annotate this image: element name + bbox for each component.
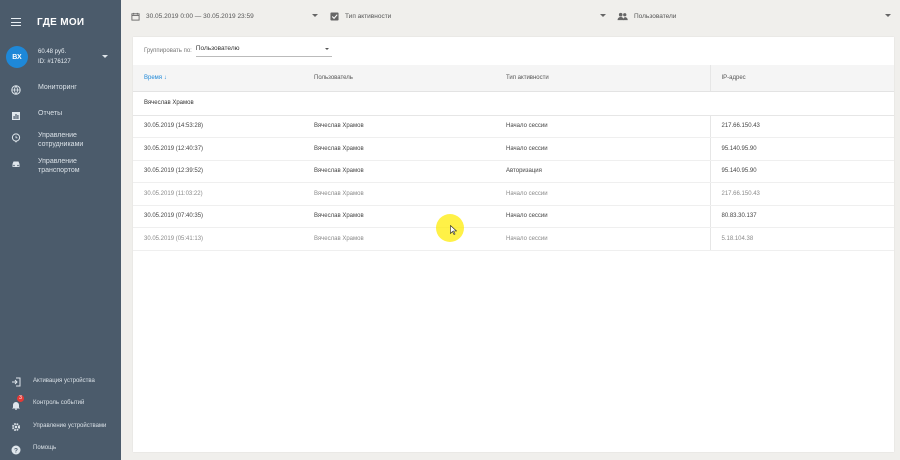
column-header-time[interactable]: Время ↓: [133, 65, 314, 92]
cell-user: Вячеслав Храмов: [314, 182, 506, 206]
svg-text:?: ?: [14, 447, 18, 454]
cell-user: Вячеслав Храмов: [314, 115, 506, 138]
users-filter[interactable]: Пользователи: [617, 9, 891, 23]
help-icon: ?: [11, 445, 21, 455]
cell-time: 30.05.2019 (12:39:52): [133, 160, 314, 183]
notification-badge: 3: [17, 394, 24, 402]
calendar-icon: [131, 12, 140, 21]
logo-text: ГДЕ МОИ: [37, 16, 85, 28]
table-row[interactable]: 30.05.2019 (05:41:13) Вячеслав Храмов На…: [133, 227, 894, 251]
users-filter-label: Пользователи: [634, 12, 677, 20]
activity-type-label: Тип активности: [345, 12, 392, 20]
report-icon: [11, 111, 21, 121]
sort-arrow-icon: ↓: [163, 74, 167, 81]
login-icon: [11, 377, 21, 387]
date-range-filter[interactable]: 30.05.2019 0:00 — 30.05.2019 23:59: [131, 9, 318, 23]
cell-activity-type: Начало сессии: [506, 115, 710, 138]
sidebar-item-reports[interactable]: Отчеты: [0, 109, 121, 131]
sidebar-header: ГДЕ МОИ: [0, 0, 121, 44]
groupby-label: Группировать по:: [144, 48, 192, 54]
sidebar-item-label: Мониторинг: [38, 84, 77, 91]
location-pin-icon: [11, 133, 21, 143]
cell-time: 30.05.2019 (07:40:35): [133, 205, 314, 228]
sidebar: ГДЕ МОИ ВХ 60.48 руб. ID: #176127 Монито…: [0, 0, 121, 460]
cell-time: 30.05.2019 (12:40:37): [133, 137, 314, 161]
account-id: ID: #176127: [38, 59, 71, 65]
cell-user: Вячеслав Храмов: [314, 160, 506, 183]
sidebar-item-employees[interactable]: Управление сотрудниками: [0, 131, 121, 157]
column-header-user[interactable]: Пользователь: [314, 65, 506, 92]
car-icon: [11, 159, 21, 169]
sidebar-item-label: Отчеты: [38, 110, 63, 117]
activity-table: Время ↓ Пользователь Тип активности IP-а…: [133, 65, 894, 251]
gear-icon: [11, 422, 21, 432]
account-switcher[interactable]: ВХ 60.48 руб. ID: #176127: [0, 45, 121, 69]
sidebar-item-help[interactable]: ? Помощь: [0, 438, 121, 460]
sidebar-item-device-management[interactable]: Управление устройствами: [0, 415, 121, 438]
cell-ip: 95.140.95.90: [709, 137, 894, 161]
activity-type-filter[interactable]: Тип активности: [330, 9, 606, 23]
app-logo[interactable]: ГДЕ МОИ: [37, 17, 84, 28]
table-row[interactable]: 30.05.2019 (14:53:28) Вячеслав Храмов На…: [133, 115, 894, 138]
sidebar-item-label: Активация устройства: [33, 377, 95, 384]
sidebar-item-transport[interactable]: Управление транспортом: [0, 157, 121, 183]
column-header-ip[interactable]: IP-адрес: [709, 65, 894, 92]
menu-icon[interactable]: [11, 18, 21, 26]
table-header-row: Время ↓ Пользователь Тип активности IP-а…: [133, 65, 894, 92]
mouse-pointer-icon: [450, 225, 457, 235]
sidebar-item-label: Управление транспортом: [38, 158, 80, 174]
checkbox-icon: [330, 11, 339, 21]
table-row[interactable]: 30.05.2019 (12:39:52) Вячеслав Храмов Ав…: [133, 160, 894, 183]
sidebar-item-label: Управление устройствами: [33, 422, 107, 429]
cell-ip: 5.18.104.38: [709, 227, 894, 251]
cell-activity-type: Начало сессии: [506, 227, 710, 251]
cell-time: 30.05.2019 (11:03:22): [133, 182, 314, 206]
cell-activity-type: Начало сессии: [506, 205, 710, 228]
cell-time: 30.05.2019 (05:41:13): [133, 227, 314, 251]
users-icon: [617, 12, 628, 20]
groupby-select[interactable]: Пользователю: [195, 45, 332, 57]
cell-user: Вячеслав Храмов: [314, 205, 506, 228]
sidebar-item-label: Контроль событий: [33, 400, 85, 407]
cell-activity-type: Авторизация: [506, 160, 710, 183]
chevron-down-icon: [312, 14, 318, 17]
chevron-down-icon: [885, 14, 891, 17]
table-row[interactable]: 30.05.2019 (07:40:35) Вячеслав Храмов На…: [133, 205, 894, 228]
chevron-down-icon: [324, 48, 329, 50]
activity-log-panel: Группировать по: Пользователю Время ↓ По…: [133, 37, 894, 452]
cell-user: Вячеслав Храмов: [314, 227, 506, 251]
table-row[interactable]: 30.05.2019 (11:03:22) Вячеслав Храмов На…: [133, 182, 894, 206]
group-title: Вячеслав Храмов: [133, 91, 894, 116]
sidebar-item-monitoring[interactable]: Мониторинг: [0, 83, 121, 109]
sidebar-item-label: Управление сотрудниками: [38, 132, 84, 148]
groupby-value: Пользователю: [195, 45, 240, 52]
cell-ip: 217.66.150.43: [709, 115, 894, 138]
chevron-down-icon: [102, 55, 108, 58]
cell-ip: 217.66.150.43: [709, 182, 894, 206]
cell-activity-type: Начало сессии: [506, 182, 710, 206]
globe-icon: [11, 85, 21, 95]
column-header-activity-type[interactable]: Тип активности: [506, 65, 710, 92]
avatar: ВХ: [6, 46, 28, 68]
sidebar-item-event-control[interactable]: 3 Контроль событий: [0, 393, 121, 416]
account-info: 60.48 руб. ID: #176127: [38, 47, 71, 67]
sidebar-item-device-activation[interactable]: Активация устройства: [0, 370, 121, 393]
main-nav: Мониторинг Отчеты Управление сотрудникам…: [0, 83, 121, 183]
group-row[interactable]: Вячеслав Храмов: [133, 91, 894, 116]
groupby-control: Группировать по: Пользователю: [133, 37, 894, 65]
cell-ip: 95.140.95.90: [709, 160, 894, 183]
cell-ip: 80.83.30.137: [709, 205, 894, 228]
filter-bar: 30.05.2019 0:00 — 30.05.2019 23:59 Тип а…: [121, 0, 900, 33]
account-balance: 60.48 руб.: [38, 49, 67, 55]
table-row[interactable]: 30.05.2019 (12:40:37) Вячеслав Храмов На…: [133, 137, 894, 161]
cell-activity-type: Начало сессии: [506, 137, 710, 161]
cell-time: 30.05.2019 (14:53:28): [133, 115, 314, 138]
sidebar-item-label: Помощь: [33, 445, 57, 452]
chevron-down-icon: [600, 14, 606, 17]
date-range-value: 30.05.2019 0:00 — 30.05.2019 23:59: [146, 12, 254, 20]
sidebar-bottom-nav: Активация устройства 3 Контроль событий …: [0, 370, 121, 460]
cell-user: Вячеслав Храмов: [314, 137, 506, 161]
